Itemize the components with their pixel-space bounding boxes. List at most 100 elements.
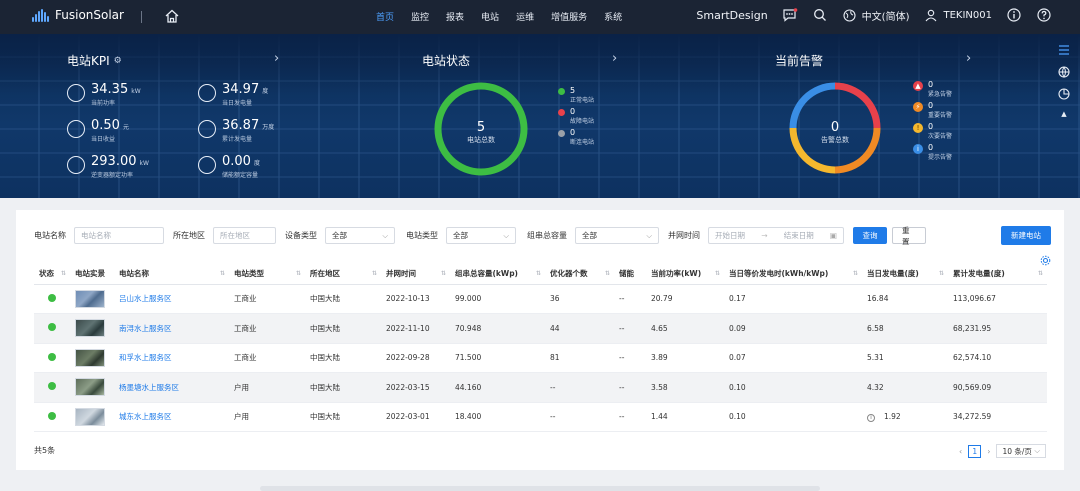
sort-icon[interactable]: ⇅ bbox=[605, 270, 610, 277]
table-row[interactable]: 杨墨塘水上服务区 户用 中国大陆 2022-03-15 44.160 -- --… bbox=[34, 372, 1047, 403]
station-photo[interactable] bbox=[75, 319, 105, 338]
station-photo[interactable] bbox=[75, 407, 105, 426]
info-circle-icon[interactable] bbox=[1006, 7, 1022, 23]
station-type-label: 电站类型 bbox=[406, 231, 438, 240]
settings-icon[interactable]: ⚙ bbox=[114, 56, 122, 66]
station-photo[interactable] bbox=[75, 378, 105, 397]
sort-icon[interactable]: ⇅ bbox=[853, 270, 858, 277]
smartdesign-link[interactable]: SmartDesign bbox=[696, 9, 767, 22]
page-number[interactable]: 1 bbox=[968, 444, 982, 458]
station-name-link[interactable]: 和孚水上服务区 bbox=[114, 343, 229, 373]
user-menu[interactable]: TEKIN001 bbox=[923, 7, 992, 23]
kpi-more-chevron-icon[interactable]: › bbox=[274, 51, 279, 66]
column-header-status[interactable]: 状态 ⇅ bbox=[34, 264, 70, 285]
column-header-optimizers[interactable]: 优化器个数 ⇅ bbox=[545, 264, 614, 285]
username: TEKIN001 bbox=[943, 9, 992, 21]
device-type-label: 设备类型 bbox=[285, 231, 317, 240]
power-meter-icon bbox=[67, 84, 85, 102]
app-logo[interactable]: FusionSolar bbox=[32, 8, 124, 22]
legend-fault[interactable]: 0 故障电站 bbox=[558, 107, 594, 125]
station-name-link[interactable]: 南浔水上服务区 bbox=[114, 313, 229, 344]
status-normal-icon bbox=[48, 323, 56, 332]
alarms-more-chevron-icon[interactable]: › bbox=[966, 51, 971, 66]
table-row[interactable]: 城东水上服务区 户用 中国大陆 2022-03-01 18.400 -- -- … bbox=[34, 402, 1047, 432]
sort-icon[interactable]: ⇅ bbox=[715, 270, 720, 277]
list-view-icon[interactable] bbox=[1058, 44, 1070, 58]
divider bbox=[141, 11, 142, 23]
station-name-input[interactable]: 电站名称 bbox=[74, 227, 164, 244]
horizontal-scrollbar[interactable] bbox=[260, 486, 820, 491]
legend-minor[interactable]: ! 0 次要告警 bbox=[913, 122, 952, 140]
legend-disconnected[interactable]: 0 断连电站 bbox=[558, 128, 594, 146]
sort-icon[interactable]: ⇅ bbox=[296, 270, 301, 277]
query-button[interactable]: 查询 bbox=[853, 227, 887, 244]
nav-item-system[interactable]: 系统 bbox=[604, 10, 622, 23]
sort-icon[interactable]: ⇅ bbox=[220, 270, 225, 277]
station-type-select[interactable]: 全部 ⌵ bbox=[446, 227, 516, 244]
nav-item-home[interactable]: 首页 bbox=[376, 10, 394, 23]
sort-icon[interactable]: ⇅ bbox=[372, 270, 377, 277]
column-header-type[interactable]: 电站类型 ⇅ bbox=[229, 264, 305, 285]
sort-icon[interactable]: ⇅ bbox=[61, 270, 66, 277]
create-station-button[interactable]: 新建电站 bbox=[1001, 226, 1051, 245]
nav-item-maintenance[interactable]: 运维 bbox=[516, 10, 534, 23]
station-name-link[interactable]: 杨墨塘水上服务区 bbox=[114, 372, 229, 403]
globe-view-icon[interactable] bbox=[1058, 66, 1070, 80]
table-row[interactable]: 南浔水上服务区 工商业 中国大陆 2022-11-10 70.948 44 --… bbox=[34, 313, 1047, 344]
station-photo[interactable] bbox=[75, 289, 105, 308]
column-header-name[interactable]: 电站名称 ⇅ bbox=[114, 264, 229, 285]
home-icon[interactable] bbox=[164, 8, 180, 24]
info-icon[interactable]: i bbox=[867, 413, 875, 422]
station-status-more-chevron-icon[interactable]: › bbox=[612, 51, 617, 66]
device-type-select[interactable]: 全部 ⌵ bbox=[325, 227, 395, 244]
lightning-icon: ⚡ bbox=[913, 102, 923, 112]
column-header-power[interactable]: 当前功率(kW) ⇅ bbox=[646, 264, 724, 285]
column-header-total-energy[interactable]: 累计发电量(度) ⇅ bbox=[948, 264, 1047, 285]
nav-item-value-added[interactable]: 增值服务 bbox=[551, 10, 587, 23]
column-header-daily-energy[interactable]: 当日发电量(度) ⇅ bbox=[862, 264, 948, 285]
station-photo[interactable] bbox=[75, 348, 105, 367]
legend-major[interactable]: ⚡ 0 重要告警 bbox=[913, 101, 952, 119]
column-header-capacity[interactable]: 组串总容量(kWp) ⇅ bbox=[450, 264, 545, 285]
column-header-equivalent-hours[interactable]: 当日等价发电时(kWh/kWp) ⇅ bbox=[724, 264, 862, 285]
legend-warning[interactable]: i 0 提示告警 bbox=[913, 143, 952, 161]
help-icon[interactable] bbox=[1036, 7, 1052, 23]
column-header-grid-time[interactable]: 并网时间 ⇅ bbox=[381, 264, 450, 285]
legend-normal[interactable]: 5 正常电站 bbox=[558, 86, 594, 104]
region-input[interactable]: 所在地区 bbox=[213, 227, 276, 244]
revenue-icon bbox=[67, 120, 85, 138]
collapse-up-icon[interactable]: ▲ bbox=[1058, 110, 1070, 118]
string-capacity-select[interactable]: 全部 ⌵ bbox=[575, 227, 659, 244]
user-icon bbox=[923, 7, 939, 23]
search-icon[interactable] bbox=[812, 7, 828, 23]
sort-icon[interactable]: ⇅ bbox=[939, 270, 944, 277]
sort-icon[interactable]: ⇅ bbox=[1038, 270, 1043, 277]
sort-icon[interactable]: ⇅ bbox=[536, 270, 541, 277]
column-header-photo: 电站实景 bbox=[70, 264, 114, 285]
date-range-picker[interactable]: 开始日期 → 结束日期 ▣ bbox=[708, 227, 844, 244]
station-table: 状态 ⇅ 电站实景 电站名称 ⇅ 电站类型 ⇅ 所在地区 ⇅ 并网时间 ⇅ 组串总容量(k… bbox=[34, 264, 1047, 432]
station-name-link[interactable]: 吕山水上服务区 bbox=[114, 284, 229, 314]
table-row[interactable]: 和孚水上服务区 工商业 中国大陆 2022-09-28 71.500 81 --… bbox=[34, 343, 1047, 373]
column-header-region[interactable]: 所在地区 ⇅ bbox=[305, 264, 381, 285]
table-row[interactable]: 吕山水上服务区 工商业 中国大陆 2022-10-13 99.000 36 --… bbox=[34, 284, 1047, 314]
pagination: ‹ 1 › 10 条/页 ⌵ bbox=[959, 444, 1046, 458]
bell-icon: ▲ bbox=[913, 81, 923, 91]
page-size-select[interactable]: 10 条/页 ⌵ bbox=[996, 444, 1046, 458]
station-status-title: 电站状态 bbox=[422, 54, 471, 68]
legend-critical[interactable]: ▲ 0 紧急告警 bbox=[913, 80, 952, 98]
next-page-icon[interactable]: › bbox=[987, 447, 990, 456]
kpi-storage-capacity: 0.00 度储能额定容量 bbox=[198, 154, 260, 179]
reset-button[interactable]: 重置 bbox=[892, 226, 926, 246]
message-icon[interactable] bbox=[782, 7, 798, 23]
status-normal-icon bbox=[48, 293, 56, 302]
pie-view-icon[interactable] bbox=[1058, 88, 1070, 102]
nav-item-monitor[interactable]: 监控 bbox=[411, 10, 429, 23]
prev-page-icon[interactable]: ‹ bbox=[959, 447, 962, 456]
sort-icon[interactable]: ⇅ bbox=[441, 270, 446, 277]
nav-item-stations[interactable]: 电站 bbox=[481, 10, 499, 23]
station-name-link[interactable]: 城东水上服务区 bbox=[114, 402, 229, 432]
main-nav: 首页 监控 报表 电站 运维 增值服务 系统 bbox=[376, 10, 639, 23]
nav-item-reports[interactable]: 报表 bbox=[446, 10, 464, 23]
language-switcher[interactable]: 中文(简体) bbox=[842, 7, 909, 23]
